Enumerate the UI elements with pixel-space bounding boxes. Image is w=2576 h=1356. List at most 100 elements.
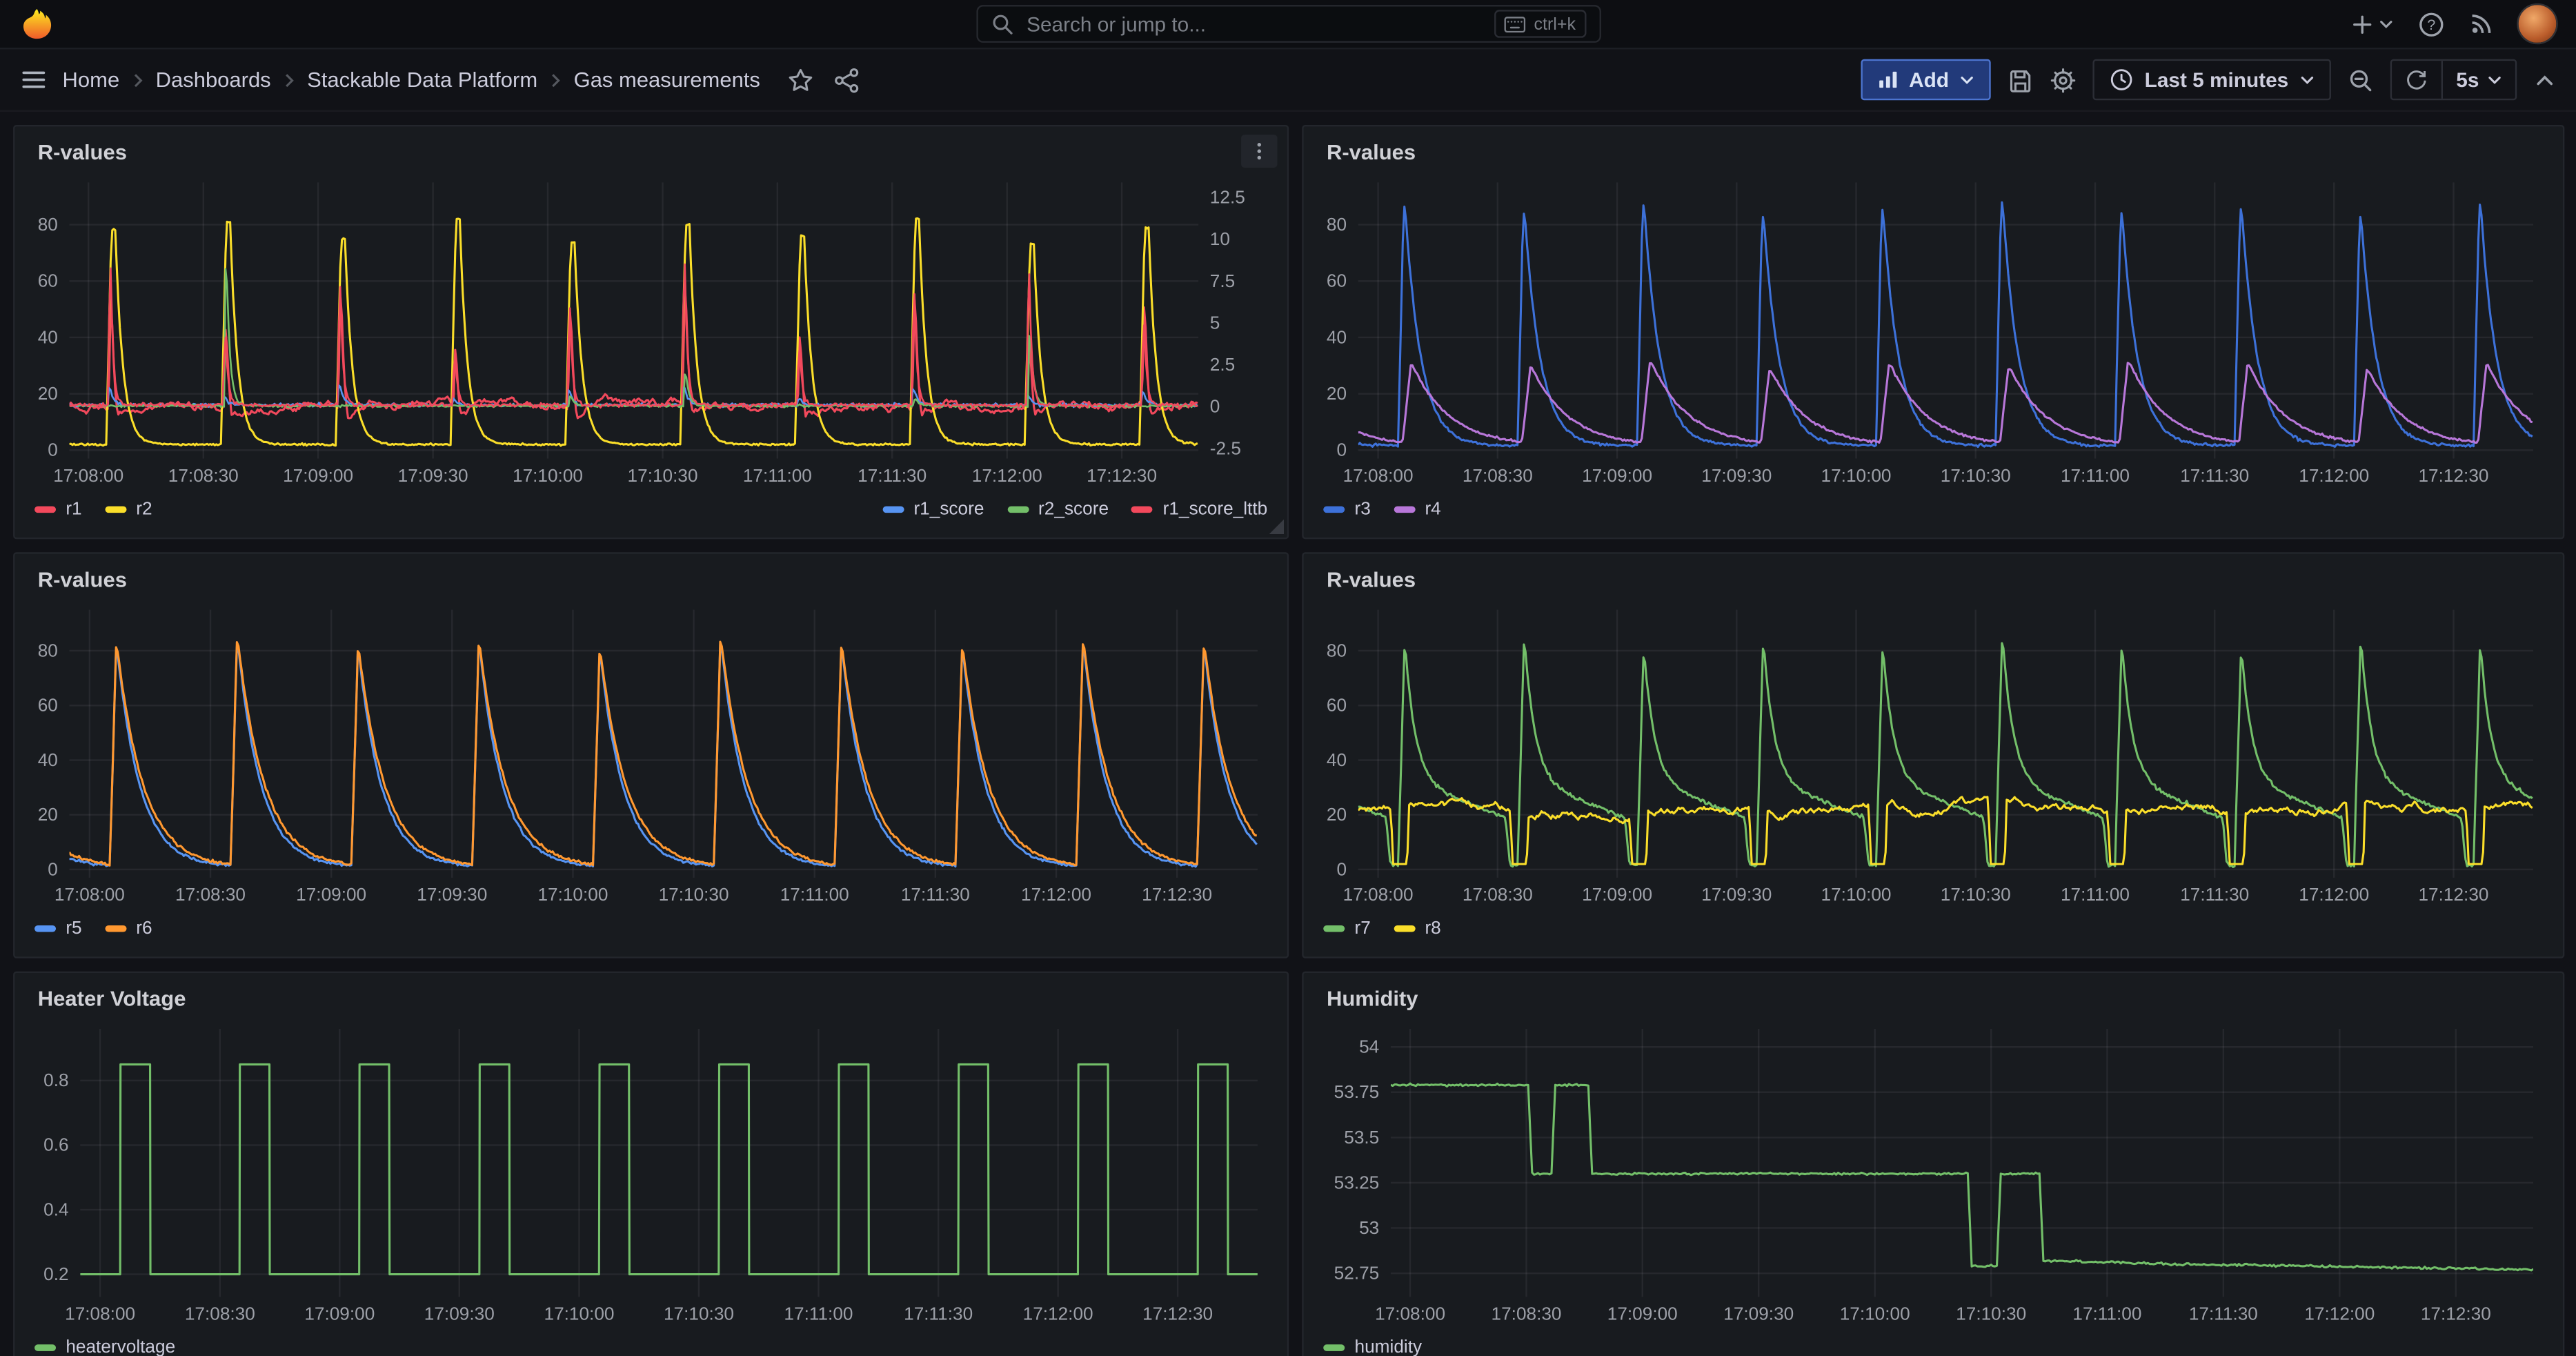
- x-axis-label: 17:12:00: [1021, 884, 1091, 905]
- legend-item-r4[interactable]: r4: [1394, 499, 1441, 519]
- hamburger-icon: [20, 66, 48, 93]
- save-dashboard-button[interactable]: [2006, 66, 2032, 92]
- share-button[interactable]: [834, 66, 860, 92]
- favorite-button[interactable]: [788, 66, 814, 92]
- panel-menu-button[interactable]: [1241, 135, 1277, 168]
- chart-svg: 5453.7553.553.255352.7517:08:0017:08:301…: [1317, 1019, 2550, 1326]
- zoom-out-time-button[interactable]: [2348, 66, 2374, 92]
- x-axis-label: 17:11:00: [743, 465, 812, 486]
- x-axis-label: 17:10:00: [1821, 465, 1892, 486]
- time-range-picker[interactable]: Last 5 minutes: [2092, 59, 2331, 101]
- legend-item-r1_score_lttb[interactable]: r1_score_lttb: [1131, 499, 1267, 519]
- avatar-image: [2519, 5, 2557, 43]
- panel-r-values-mid-right: R-values 80604020017:08:0017:08:3017:09:…: [1302, 552, 2564, 958]
- legend-item-r5[interactable]: r5: [34, 918, 82, 938]
- time-series-chart[interactable]: 5453.7553.553.255352.7517:08:0017:08:301…: [1317, 1019, 2550, 1326]
- search-shortcut-badge: ctrl+k: [1494, 10, 1585, 37]
- legend-item-r1_score[interactable]: r1_score: [882, 499, 984, 519]
- panel-title: R-values: [38, 139, 127, 164]
- dashboard-settings-button[interactable]: [2049, 66, 2075, 92]
- panel-header[interactable]: R-values: [1317, 567, 2550, 600]
- x-axis-label: 17:08:30: [175, 884, 246, 905]
- legend-group-left: r5 r6: [34, 918, 152, 938]
- search-input[interactable]: Search or jump to... ctrl+k: [975, 5, 1601, 43]
- legend-item-r1[interactable]: r1: [34, 499, 82, 519]
- panel-header[interactable]: Humidity: [1317, 986, 2550, 1019]
- panel-header[interactable]: Heater Voltage: [28, 986, 1274, 1019]
- y-axis-label: 0.6: [43, 1134, 68, 1155]
- legend-item-r2_score[interactable]: r2_score: [1007, 499, 1109, 519]
- x-axis-label: 17:10:30: [1941, 465, 2011, 486]
- x-axis-label: 17:08:00: [53, 465, 123, 486]
- y-axis-right-label: 0: [1210, 396, 1220, 417]
- collapse-toolbar-button[interactable]: [2533, 68, 2556, 91]
- chart-svg: 80604020012.5107.552.50-2.517:08:0017:08…: [28, 173, 1274, 488]
- breadcrumb-dashboards[interactable]: Dashboards: [156, 68, 271, 92]
- legend-item-r8[interactable]: r8: [1394, 918, 1441, 938]
- refresh-interval-picker[interactable]: 5s: [2443, 61, 2515, 99]
- x-axis-label: 17:08:30: [1463, 884, 1533, 905]
- legend-item-heatervoltage[interactable]: heatervoltage: [34, 1337, 175, 1356]
- x-axis-label: 17:09:30: [424, 1304, 495, 1324]
- legend-marker: [34, 925, 56, 932]
- y-axis-label: 54: [1359, 1036, 1379, 1057]
- add-button[interactable]: Add: [1861, 59, 1990, 101]
- panel-title: R-values: [1327, 139, 1416, 164]
- legend-item-r3[interactable]: r3: [1323, 499, 1371, 519]
- time-series-chart[interactable]: 80604020012.5107.552.50-2.517:08:0017:08…: [28, 173, 1274, 488]
- x-axis-label: 17:09:00: [304, 1304, 375, 1324]
- y-axis-label: 0.8: [43, 1070, 68, 1090]
- top-nav-actions: ?: [2351, 5, 2557, 43]
- x-axis-label: 17:11:00: [2061, 465, 2130, 486]
- legend-item-humidity[interactable]: humidity: [1323, 1337, 1422, 1356]
- y-axis-label: 80: [1327, 214, 1347, 235]
- add-button-label: Add: [1909, 68, 1949, 91]
- breadcrumb: Home Dashboards Stackable Data Platform …: [63, 68, 760, 92]
- legend-label: r6: [136, 918, 152, 938]
- legend-group-left: r3 r4: [1323, 499, 1441, 519]
- top-nav: Search or jump to... ctrl+k: [0, 0, 2576, 49]
- time-series-chart[interactable]: 0.80.60.40.217:08:0017:08:3017:09:0017:0…: [28, 1019, 1274, 1326]
- legend-item-r7[interactable]: r7: [1323, 918, 1371, 938]
- legend-label: r8: [1425, 918, 1440, 938]
- time-series-chart[interactable]: 80604020017:08:0017:08:3017:09:0017:09:3…: [1317, 600, 2550, 907]
- x-axis-label: 17:12:30: [1087, 465, 1157, 486]
- panel-header[interactable]: R-values: [1317, 139, 2550, 173]
- news-button[interactable]: [2469, 12, 2494, 37]
- panel-header[interactable]: R-values: [28, 139, 1274, 173]
- x-axis-label: 17:09:30: [1701, 465, 1772, 486]
- chart-svg: 80604020017:08:0017:08:3017:09:0017:09:3…: [1317, 600, 2550, 907]
- panel-title: R-values: [38, 567, 127, 592]
- new-button[interactable]: [2351, 12, 2394, 35]
- x-axis-label: 17:11:00: [784, 1304, 853, 1324]
- breadcrumb-dashboard-title[interactable]: Gas measurements: [574, 68, 760, 92]
- caret-down-icon: [2379, 19, 2393, 28]
- legend-item-r2[interactable]: r2: [105, 499, 152, 519]
- breadcrumb-folder[interactable]: Stackable Data Platform: [307, 68, 537, 92]
- refresh-button[interactable]: [2392, 61, 2441, 99]
- caret-down-icon: [2487, 75, 2501, 84]
- time-series-chart[interactable]: 80604020017:08:0017:08:3017:09:0017:09:3…: [1317, 173, 2550, 488]
- refresh-interval-label: 5s: [2456, 68, 2479, 91]
- panel-header[interactable]: R-values: [28, 567, 1274, 600]
- x-axis-label: 17:09:00: [296, 884, 366, 905]
- grafana-logo[interactable]: [20, 7, 55, 41]
- legend-marker: [105, 505, 126, 512]
- series-line-humidity: [1391, 1083, 2533, 1270]
- x-axis-label: 17:12:30: [2418, 465, 2488, 486]
- y-axis-right-label: 10: [1210, 228, 1230, 249]
- x-axis-label: 17:10:30: [664, 1304, 734, 1324]
- legend-marker: [34, 505, 56, 512]
- legend-marker: [1007, 505, 1029, 512]
- share-icon: [834, 66, 860, 92]
- mega-menu-toggle[interactable]: [20, 66, 48, 93]
- help-button[interactable]: ?: [2418, 10, 2444, 37]
- legend-item-r6[interactable]: r6: [105, 918, 152, 938]
- y-axis-label: 20: [1327, 804, 1347, 825]
- time-series-chart[interactable]: 80604020017:08:0017:08:3017:09:0017:09:3…: [28, 600, 1274, 907]
- y-axis-right-label: 2.5: [1210, 354, 1235, 375]
- breadcrumb-home[interactable]: Home: [63, 68, 120, 92]
- panel-legend: r7 r8: [1317, 907, 2550, 943]
- avatar[interactable]: [2519, 5, 2557, 43]
- x-axis-label: 17:10:30: [1941, 884, 2011, 905]
